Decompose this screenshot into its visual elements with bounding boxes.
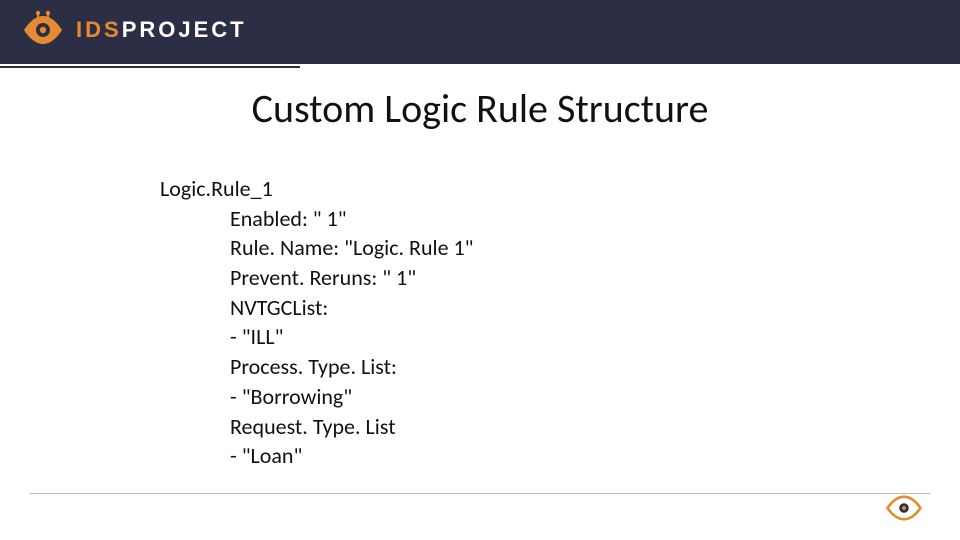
rule-line: - "Loan": [230, 441, 474, 471]
brand-text-ids: IDS: [76, 17, 122, 42]
rule-line: Request. Type. List: [230, 412, 474, 442]
footer-divider: [30, 493, 930, 494]
rule-header: Logic.Rule_1: [160, 174, 474, 204]
slide-title: Custom Logic Rule Structure: [0, 84, 960, 133]
header-underline: [0, 66, 300, 68]
footer-eye-icon: [884, 495, 924, 526]
rule-line: - "ILL": [230, 322, 474, 352]
rule-line: Process. Type. List:: [230, 352, 474, 382]
rule-line: Rule. Name: "Logic. Rule 1": [230, 233, 474, 263]
rule-line: Prevent. Reruns: " 1": [230, 263, 474, 293]
brand-text-project: PROJECT: [122, 17, 247, 42]
rule-line: Enabled: " 1": [230, 204, 474, 234]
slide-body: Logic.Rule_1 Enabled: " 1" Rule. Name: "…: [160, 174, 474, 471]
brand-logo: IDSPROJECT: [20, 10, 247, 50]
brand-eye-icon: [20, 10, 66, 50]
rule-line: - "Borrowing": [230, 382, 474, 412]
rule-line: NVTGCList:: [230, 293, 474, 323]
brand-wordmark: IDSPROJECT: [76, 17, 247, 43]
